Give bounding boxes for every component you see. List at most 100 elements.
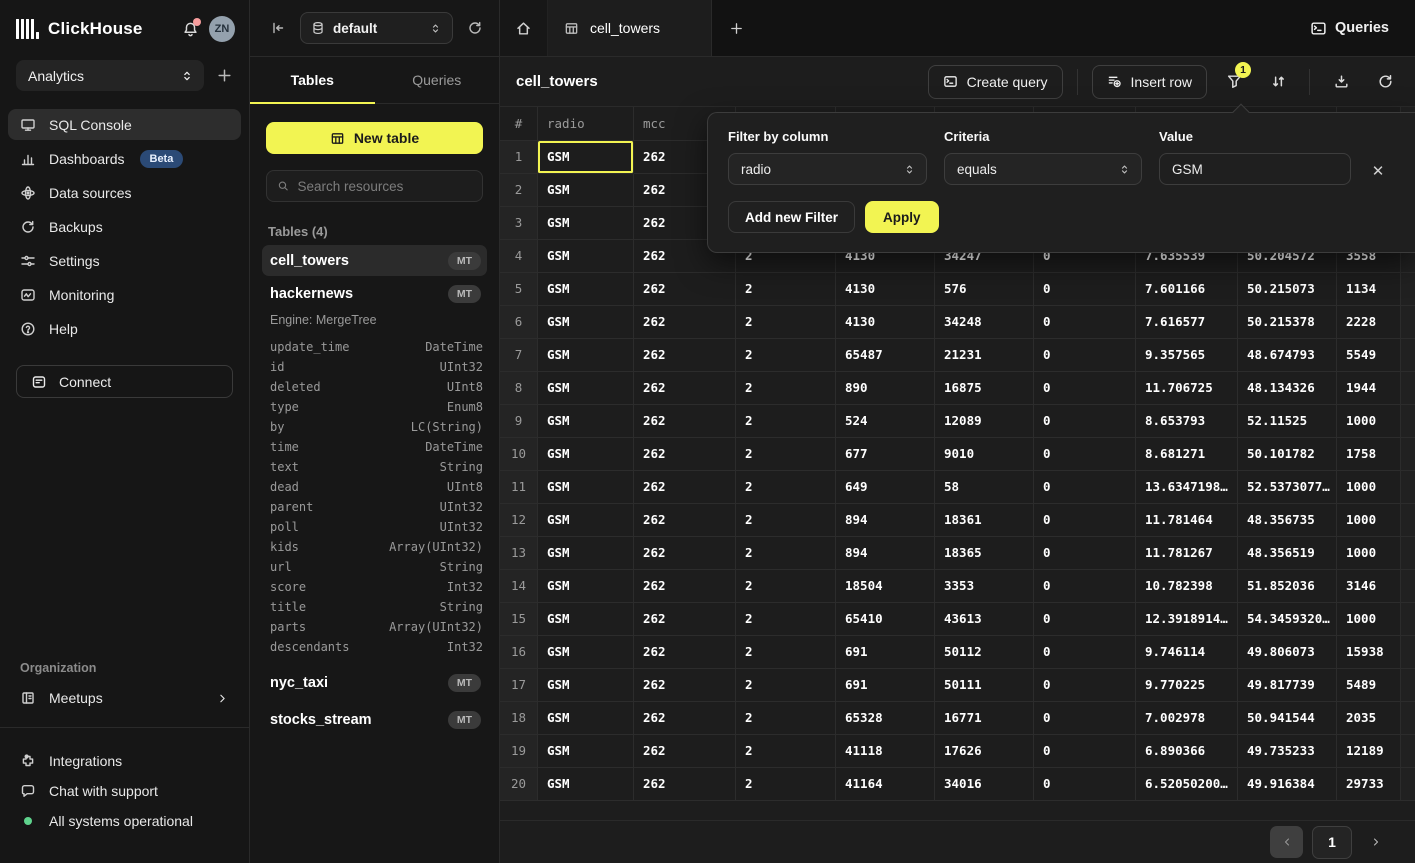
grid-cell[interactable]: 576 — [935, 273, 1034, 306]
sidebar-item-monitoring[interactable]: Monitoring — [8, 279, 241, 310]
sidebar-item-settings[interactable]: Settings — [8, 245, 241, 276]
grid-cell[interactable]: 262 — [634, 405, 736, 438]
table-item-stocks-stream[interactable]: stocks_stream MT — [262, 704, 487, 735]
grid-cell[interactable]: 49.806073 — [1238, 636, 1337, 669]
collapse-panel-button[interactable] — [268, 18, 288, 38]
tab-cell-towers[interactable]: cell_towers — [548, 0, 712, 56]
grid-cell[interactable]: 52.5373077… — [1238, 471, 1337, 504]
grid-cell[interactable]: 50112 — [935, 636, 1034, 669]
table-item-hackernews[interactable]: hackernews MT — [262, 278, 487, 309]
grid-cell[interactable]: 262 — [634, 438, 736, 471]
grid-cell[interactable]: 649 — [836, 471, 935, 504]
grid-cell[interactable]: GSM — [538, 405, 634, 438]
grid-cell[interactable]: 524 — [836, 405, 935, 438]
grid-cell[interactable]: 2 — [736, 306, 836, 339]
grid-cell[interactable]: 50111 — [935, 669, 1034, 702]
connect-button[interactable]: Connect — [16, 365, 233, 398]
grid-cell[interactable]: 262 — [634, 537, 736, 570]
grid-cell[interactable]: 2 — [736, 504, 836, 537]
next-page-button[interactable] — [1361, 826, 1391, 858]
grid-cell[interactable]: 262 — [634, 372, 736, 405]
refresh-tables-button[interactable] — [465, 18, 485, 38]
grid-cell[interactable]: 16875 — [935, 372, 1034, 405]
grid-cell[interactable]: 0 — [1034, 702, 1136, 735]
apply-filter-button[interactable]: Apply — [865, 201, 939, 233]
grid-cell[interactable]: 21231 — [935, 339, 1034, 372]
new-table-button[interactable]: New table — [266, 122, 483, 154]
grid-cell[interactable]: 5549 — [1337, 339, 1401, 372]
grid-cell[interactable]: GSM — [538, 174, 634, 207]
filter-column-select[interactable]: radio — [728, 153, 927, 185]
grid-cell[interactable]: 894 — [836, 504, 935, 537]
grid-cell[interactable]: GSM — [538, 603, 634, 636]
grid-cell[interactable]: 10.782398 — [1136, 570, 1238, 603]
grid-cell[interactable]: 2 — [736, 768, 836, 801]
grid-cell[interactable]: GSM — [538, 636, 634, 669]
table-item-nyc-taxi[interactable]: nyc_taxi MT — [262, 667, 487, 698]
sidebar-item-meetups[interactable]: Meetups — [0, 683, 249, 713]
grid-cell[interactable]: 1134 — [1337, 273, 1401, 306]
grid-cell[interactable]: 0 — [1034, 438, 1136, 471]
grid-cell[interactable]: 1000 — [1337, 405, 1401, 438]
grid-cell[interactable]: 0 — [1034, 603, 1136, 636]
grid-cell[interactable]: 49.735233 — [1238, 735, 1337, 768]
search-resources[interactable] — [266, 170, 483, 202]
grid-cell[interactable]: 11.781464 — [1136, 504, 1238, 537]
workspace-select[interactable]: Analytics — [16, 60, 204, 91]
grid-cell[interactable]: 8.681271 — [1136, 438, 1238, 471]
grid-cell[interactable]: 41118 — [836, 735, 935, 768]
criteria-select[interactable]: equals — [944, 153, 1142, 185]
grid-cell[interactable]: 2035 — [1337, 702, 1401, 735]
grid-cell[interactable]: 262 — [634, 570, 736, 603]
grid-cell[interactable]: 2 — [736, 273, 836, 306]
grid-cell[interactable]: 2 — [736, 471, 836, 504]
grid-cell[interactable]: 2 — [736, 339, 836, 372]
grid-cell[interactable]: GSM — [538, 537, 634, 570]
sidebar-item-backups[interactable]: Backups — [8, 211, 241, 242]
grid-cell[interactable]: 4130 — [836, 273, 935, 306]
grid-cell[interactable]: 2 — [736, 735, 836, 768]
grid-cell[interactable]: 43613 — [935, 603, 1034, 636]
grid-cell[interactable]: 12.3918914… — [1136, 603, 1238, 636]
grid-cell[interactable]: 1758 — [1337, 438, 1401, 471]
notifications-bell-icon[interactable] — [182, 21, 199, 38]
grid-cell[interactable]: GSM — [538, 438, 634, 471]
grid-cell[interactable]: 65328 — [836, 702, 935, 735]
grid-cell[interactable]: 50.101782 — [1238, 438, 1337, 471]
grid-cell[interactable]: 262 — [634, 735, 736, 768]
grid-cell[interactable]: 262 — [634, 669, 736, 702]
grid-cell[interactable]: 7.002978 — [1136, 702, 1238, 735]
download-button[interactable] — [1324, 65, 1358, 99]
grid-cell[interactable]: 262 — [634, 504, 736, 537]
grid-cell[interactable]: 691 — [836, 669, 935, 702]
grid-cell[interactable]: 3146 — [1337, 570, 1401, 603]
grid-cell[interactable]: 5489 — [1337, 669, 1401, 702]
grid-cell[interactable]: 48.356519 — [1238, 537, 1337, 570]
add-new-filter-button[interactable]: Add new Filter — [728, 201, 855, 233]
grid-cell[interactable]: 17626 — [935, 735, 1034, 768]
grid-cell[interactable]: 0 — [1034, 372, 1136, 405]
grid-cell[interactable]: 1000 — [1337, 471, 1401, 504]
filter-button[interactable]: 1 — [1217, 65, 1251, 99]
grid-cell[interactable]: 9010 — [935, 438, 1034, 471]
grid-cell[interactable]: 2 — [736, 603, 836, 636]
grid-cell[interactable]: 262 — [634, 768, 736, 801]
grid-cell[interactable]: 13.6347198… — [1136, 471, 1238, 504]
grid-cell[interactable]: 51.852036 — [1238, 570, 1337, 603]
grid-cell[interactable]: GSM — [538, 240, 634, 273]
grid-cell[interactable]: 1000 — [1337, 504, 1401, 537]
grid-cell[interactable]: 0 — [1034, 537, 1136, 570]
grid-cell[interactable]: GSM — [538, 504, 634, 537]
table-item-cell-towers[interactable]: cell_towers MT — [262, 245, 487, 276]
grid-cell[interactable]: 0 — [1034, 636, 1136, 669]
grid-cell[interactable]: 50.215073 — [1238, 273, 1337, 306]
grid-cell[interactable]: 262 — [634, 603, 736, 636]
grid-cell[interactable]: 2 — [736, 438, 836, 471]
grid-cell[interactable]: 49.817739 — [1238, 669, 1337, 702]
grid-cell[interactable]: GSM — [538, 372, 634, 405]
grid-cell[interactable]: 1000 — [1337, 537, 1401, 570]
grid-cell[interactable]: 50.941544 — [1238, 702, 1337, 735]
grid-cell[interactable]: GSM — [538, 768, 634, 801]
grid-cell[interactable]: 0 — [1034, 405, 1136, 438]
grid-cell[interactable]: 890 — [836, 372, 935, 405]
